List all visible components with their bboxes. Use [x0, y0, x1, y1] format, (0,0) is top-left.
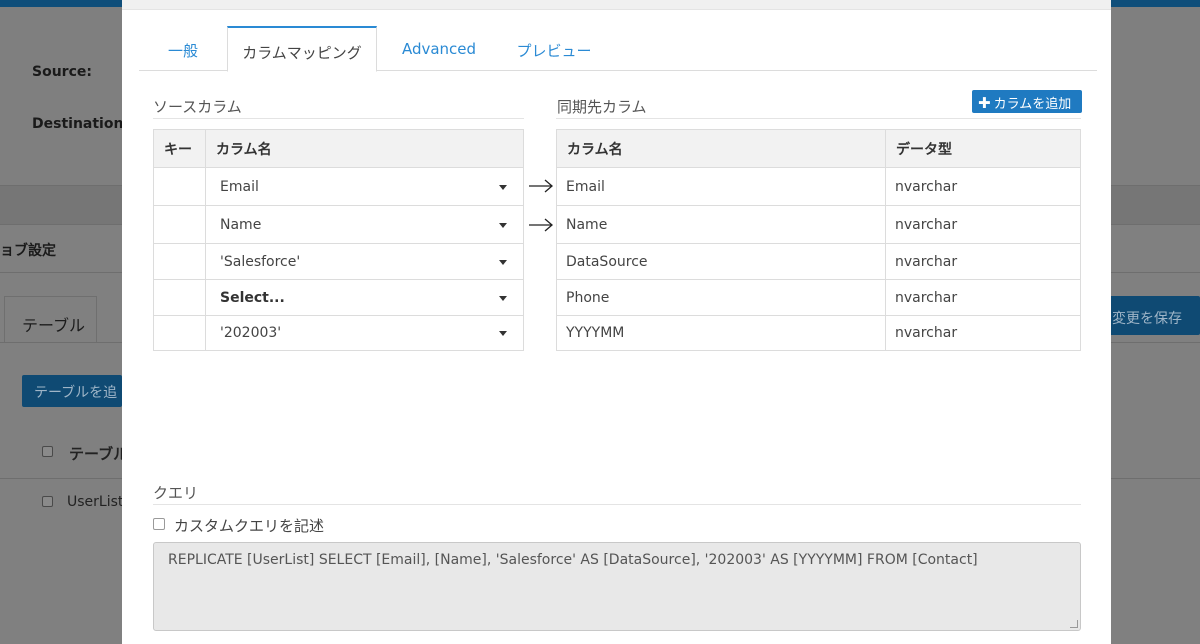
key-header: キー: [153, 129, 206, 168]
source-column-select[interactable]: 'Salesforce': [205, 243, 524, 280]
add-table-button-label: テーブルを追: [34, 385, 118, 401]
arrow-right-icon: [529, 218, 553, 232]
resize-grip-icon[interactable]: [1070, 620, 1078, 628]
tab-column-mapping[interactable]: カラムマッピング: [227, 26, 377, 72]
destination-columns-title: 同期先カラム: [557, 98, 647, 116]
add-column-button[interactable]: ✚ カラムを追加: [972, 90, 1082, 113]
select-value: '202003': [220, 325, 282, 341]
dest-data-type: nvarchar: [885, 315, 1081, 351]
save-button-label: 変更を保存: [1112, 311, 1182, 327]
select-value: Select...: [220, 289, 285, 306]
divider: [153, 118, 524, 119]
modal-tabs: 一般 カラムマッピング Advanced プレビュー: [139, 26, 1097, 72]
custom-query-checkbox-label[interactable]: カスタムクエリを記述: [174, 515, 324, 536]
column-name-header: カラム名: [556, 129, 886, 168]
select-value: 'Salesforce': [220, 253, 301, 270]
table-header-row: キー カラム名: [153, 129, 524, 168]
query-textarea[interactable]: REPLICATE [UserList] SELECT [Email], [Na…: [153, 542, 1081, 631]
caret-down-icon: [499, 222, 507, 228]
caret-down-icon: [499, 295, 507, 301]
query-text: REPLICATE [UserList] SELECT [Email], [Na…: [168, 552, 978, 568]
job-settings-title: ョブ設定: [0, 243, 56, 259]
arrow-right-icon: [529, 179, 553, 193]
source-column-select[interactable]: Select...: [205, 279, 524, 316]
dest-column-name: YYYYMM: [556, 315, 886, 351]
row-checkbox[interactable]: [42, 496, 53, 507]
row-userlist[interactable]: UserList: [67, 494, 123, 510]
caret-down-icon: [499, 184, 507, 190]
destination-label: Destination:: [32, 116, 130, 132]
table-row: Email: [153, 167, 524, 206]
table-row: Phone nvarchar: [556, 279, 1081, 316]
source-columns-title: ソースカラム: [153, 98, 242, 116]
table-row: Name nvarchar: [556, 205, 1081, 244]
query-section-title: クエリ: [153, 484, 199, 502]
dest-column-name: Name: [556, 205, 886, 244]
key-cell[interactable]: [153, 279, 206, 316]
column-name-header: カラム名: [205, 129, 524, 168]
select-value: Email: [220, 178, 259, 195]
tab-preview[interactable]: プレビュー: [509, 26, 599, 71]
tab-table[interactable]: テーブル: [4, 296, 97, 342]
select-all-checkbox[interactable]: [42, 446, 53, 457]
key-cell[interactable]: [153, 243, 206, 280]
caret-down-icon: [499, 331, 507, 336]
data-type-header: データ型: [885, 129, 1081, 168]
key-cell[interactable]: [153, 315, 206, 351]
key-cell[interactable]: [153, 205, 206, 244]
source-column-select[interactable]: Name: [205, 205, 524, 244]
add-column-label: カラムを追加: [993, 97, 1072, 112]
table-row: DataSource nvarchar: [556, 243, 1081, 280]
modal-header-band: [122, 0, 1111, 10]
table-row: Name: [153, 205, 524, 244]
tab-advanced[interactable]: Advanced: [397, 26, 481, 71]
column-mapping-modal: 一般 カラムマッピング Advanced プレビュー ソースカラム 同期先カラム…: [122, 0, 1111, 644]
destination-columns-table: カラム名 データ型 Email nvarchar Name nvarchar D…: [556, 129, 1081, 351]
table-row: Email nvarchar: [556, 167, 1081, 206]
dest-column-name: Email: [556, 167, 886, 206]
table-row: 'Salesforce': [153, 243, 524, 280]
add-table-button[interactable]: テーブルを追: [22, 375, 122, 407]
caret-down-icon: [499, 259, 507, 265]
table-header-label: テーブル: [69, 445, 129, 463]
dest-data-type: nvarchar: [885, 243, 1081, 280]
dest-column-name: DataSource: [556, 243, 886, 280]
dest-column-name: Phone: [556, 279, 886, 316]
dest-data-type: nvarchar: [885, 205, 1081, 244]
key-cell[interactable]: [153, 167, 206, 206]
table-row: Select...: [153, 279, 524, 316]
divider: [153, 504, 1081, 505]
divider: [556, 118, 1081, 119]
source-column-select[interactable]: '202003': [205, 315, 524, 351]
source-label: Source:: [32, 64, 92, 80]
dest-data-type: nvarchar: [885, 279, 1081, 316]
tab-general[interactable]: 一般: [157, 26, 209, 71]
dest-data-type: nvarchar: [885, 167, 1081, 206]
plus-icon: ✚: [978, 94, 991, 112]
source-column-select[interactable]: Email: [205, 167, 524, 206]
save-changes-button[interactable]: 変更を保存: [1100, 296, 1200, 335]
custom-query-checkbox[interactable]: [153, 518, 165, 530]
table-row: '202003': [153, 315, 524, 351]
table-header-row: カラム名 データ型: [556, 129, 1081, 168]
select-value: Name: [220, 216, 262, 233]
source-columns-table: キー カラム名 Email Name 'Salesforce' Select..…: [153, 129, 524, 351]
table-row: YYYYMM nvarchar: [556, 315, 1081, 351]
